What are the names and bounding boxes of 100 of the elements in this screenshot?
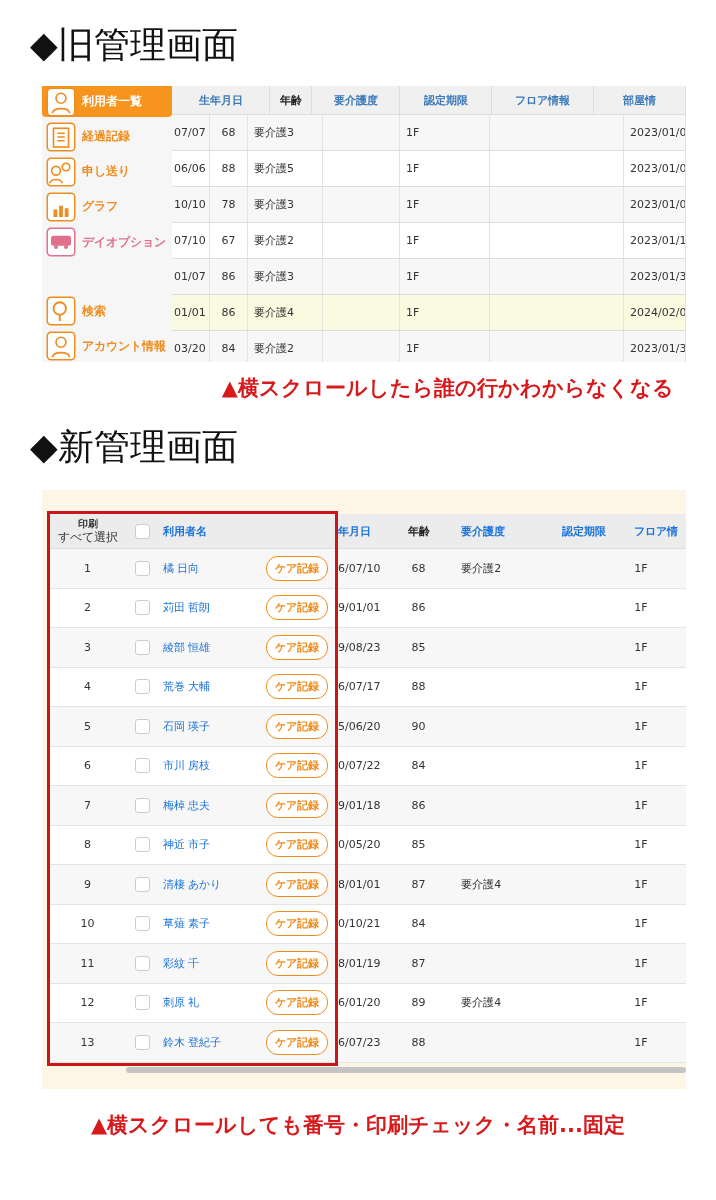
column-header[interactable]: 部屋情	[594, 86, 686, 114]
care-record-button[interactable]: ケア記録	[266, 595, 328, 621]
table-cell: 9/01/18	[338, 798, 381, 812]
user-name-link[interactable]: 綾部 恒雄	[163, 640, 211, 654]
column-header[interactable]: フロア情報	[492, 86, 594, 114]
row-number: 3	[84, 640, 91, 654]
user-name-link[interactable]: 苅田 哲朗	[163, 601, 211, 615]
care-record-button[interactable]: ケア記録	[266, 1029, 328, 1055]
section-heading: ◆新管理画面	[29, 425, 239, 469]
checkbox[interactable]	[134, 600, 150, 616]
care-record-button[interactable]: ケア記録	[266, 871, 328, 897]
table-cell: 10/10	[174, 198, 206, 211]
care-record-button[interactable]: ケア記録	[266, 634, 328, 660]
section-heading: ◆旧管理画面	[29, 23, 239, 66]
row-number: 9	[84, 877, 91, 891]
table-row[interactable]: 10/10 78 要介護3 1F 2023/01/0	[172, 187, 686, 223]
table-cell: 1F	[406, 306, 420, 319]
care-record-button[interactable]: ケア記録	[266, 792, 328, 818]
sidebar-item[interactable]: 利用者一覧	[42, 86, 172, 118]
table-cell: 1F	[634, 838, 648, 852]
user-name-link[interactable]: 橘 日向	[163, 561, 200, 575]
checkbox[interactable]	[134, 523, 150, 539]
checkbox[interactable]	[134, 916, 150, 932]
table-cell: 2023/01/1	[630, 234, 685, 247]
table-cell: 9/01/01	[338, 601, 381, 615]
care-record-button[interactable]: ケア記録	[266, 674, 328, 700]
care-record-button[interactable]: ケア記録	[266, 753, 328, 779]
checkbox[interactable]	[134, 718, 150, 734]
sidebar-item[interactable]: 申し送り	[42, 156, 172, 188]
table-cell: 07/10	[174, 234, 206, 247]
user-name-link[interactable]: 石岡 瑛子	[163, 719, 211, 733]
row-number: 7	[84, 798, 91, 812]
table-cell: 要介護3	[254, 125, 294, 140]
table-cell: 86	[221, 306, 236, 319]
sidebar-item[interactable]: デイオプション	[42, 226, 172, 258]
user-name-link[interactable]: 清棲 あかり	[163, 877, 222, 891]
checkbox[interactable]	[134, 995, 150, 1011]
table-cell: 2023/01/0	[630, 162, 685, 175]
user-name-link[interactable]: 鈴木 登紀子	[163, 1035, 222, 1049]
checkbox[interactable]	[134, 639, 150, 655]
sidebar-item[interactable]: グラフ	[42, 191, 172, 223]
column-header[interactable]: 生年月日	[172, 86, 270, 114]
table-cell: 88	[411, 680, 426, 694]
user-name-link[interactable]: 彩紋 千	[163, 956, 200, 970]
care-record-button[interactable]: ケア記録	[266, 832, 328, 858]
user-name-link[interactable]: 刺原 礼	[163, 996, 200, 1010]
table-row[interactable]: 03/20 84 要介護2 1F 2023/01/3	[172, 331, 686, 362]
care-record-button[interactable]: ケア記録	[266, 911, 328, 937]
checkbox[interactable]	[134, 1034, 150, 1050]
table-row[interactable]: 01/01 86 要介護4 1F 2024/02/0	[172, 295, 686, 331]
care-record-button[interactable]: ケア記録	[266, 990, 328, 1016]
table-cell: 要介護3	[254, 197, 294, 212]
table-cell: 85	[411, 640, 426, 654]
column-header[interactable]: 年月日	[338, 524, 371, 538]
user-name-link[interactable]: 梅棹 忠夫	[163, 798, 211, 812]
table-cell: 1F	[634, 719, 648, 733]
scrollbar[interactable]	[126, 1066, 686, 1073]
sidebar-item[interactable]: アカウント情報	[42, 330, 172, 362]
column-header[interactable]: 認定期限	[561, 524, 606, 538]
checkbox[interactable]	[134, 876, 150, 892]
table-row[interactable]: 07/10 67 要介護2 1F 2023/01/1	[172, 223, 686, 259]
table-cell: 03/20	[174, 342, 206, 355]
table-cell: 2023/01/3	[630, 342, 685, 355]
table-cell: 01/07	[174, 270, 206, 283]
row-number: 5	[84, 719, 91, 733]
user-name-link[interactable]: 荒巻 大輔	[163, 680, 211, 694]
column-header[interactable]: 利用者名	[163, 524, 207, 538]
checkbox[interactable]	[134, 679, 150, 695]
row-number: 1	[84, 561, 91, 575]
table-cell: 90	[411, 719, 426, 733]
column-header[interactable]: 要介護度	[461, 524, 506, 538]
row-number: 13	[80, 1035, 95, 1049]
sidebar-item[interactable]: 検索	[42, 295, 172, 327]
people-icon	[46, 156, 76, 187]
user-name-link[interactable]: 草薙 素子	[163, 917, 211, 931]
table-row[interactable]: 07/07 68 要介護3 1F 2023/01/0	[172, 115, 686, 151]
sidebar-item[interactable]: 経過記録	[42, 121, 172, 153]
user-name-link[interactable]: 神近 市子	[163, 838, 211, 852]
checkbox[interactable]	[134, 955, 150, 971]
care-record-button[interactable]: ケア記録	[266, 950, 328, 976]
table-cell: 1F	[634, 640, 648, 654]
care-record-button[interactable]: ケア記録	[266, 555, 328, 581]
column-header[interactable]: フロア情	[634, 524, 679, 538]
clipboard-icon	[46, 121, 76, 152]
checkbox[interactable]	[134, 758, 150, 774]
column-header[interactable]: 認定期限	[400, 86, 492, 114]
column-header[interactable]: 要介護度	[312, 86, 400, 114]
table-cell: 67	[221, 234, 236, 247]
checkbox[interactable]	[134, 560, 150, 576]
table-row[interactable]: 06/06 88 要介護5 1F 2023/01/0	[172, 151, 686, 187]
checkbox[interactable]	[134, 837, 150, 853]
table-cell: 1F	[406, 270, 420, 283]
table-row[interactable]: 01/07 86 要介護3 1F 2023/01/3	[172, 259, 686, 295]
table-cell: 要介護2	[461, 561, 502, 575]
user-name-link[interactable]: 市川 房枝	[163, 759, 211, 773]
table-cell: 要介護3	[254, 269, 294, 284]
checkbox[interactable]	[134, 797, 150, 813]
table-cell: 07/07	[174, 126, 206, 139]
table-cell: 要介護2	[254, 233, 294, 248]
care-record-button[interactable]: ケア記録	[266, 713, 328, 739]
